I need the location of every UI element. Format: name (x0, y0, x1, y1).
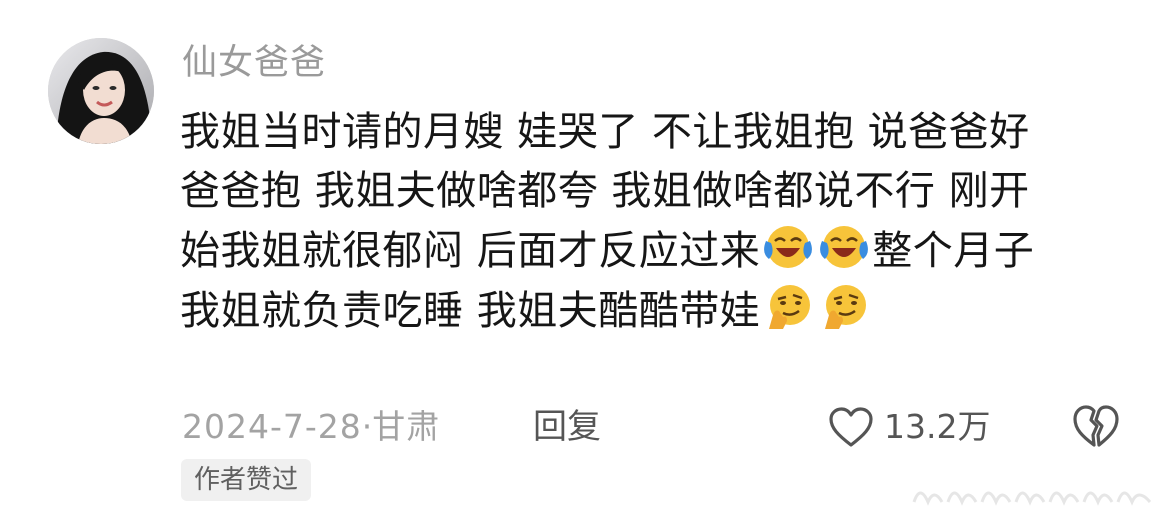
dislike-button[interactable] (1072, 402, 1120, 450)
avatar-image (48, 38, 154, 144)
laugh-cry-emoji (764, 226, 813, 268)
smirk-thinking-emoji (825, 285, 867, 329)
comment-text: 我姐当时请的月嫂 娃哭了 不让我姐抱 说爸爸好 爸爸抱 我姐夫做啥都夸 我姐做啥… (180, 103, 1140, 341)
like-button[interactable]: 13.2万 (828, 401, 990, 453)
reply-button[interactable]: 回复 (533, 402, 601, 452)
watermark-logo (912, 491, 1152, 506)
comment-line-4-text: 我姐就负责吃睡 我姐夫酷酷带娃 (180, 288, 761, 334)
author-liked-badge: 作者赞过 (181, 459, 312, 501)
comment-meta: 2024-7-28·甘肃 (182, 402, 440, 452)
heart-icon (829, 407, 873, 447)
username[interactable]: 仙女爸爸 (182, 38, 326, 88)
comment-line-3-tail: 整个月子 (872, 228, 1035, 274)
broken-heart-icon (1073, 405, 1119, 447)
smirk-thinking-emoji (769, 285, 811, 329)
meta-separator: · (361, 407, 373, 446)
avatar[interactable] (48, 38, 154, 144)
comment-location: 甘肃 (372, 407, 441, 446)
comment-line-4: 我姐就负责吃睡 我姐夫酷酷带娃 (180, 281, 1140, 341)
comment-date: 2024-7-28 (182, 407, 362, 446)
like-count: 13.2万 (884, 407, 991, 446)
comment-card: 仙女爸爸 我姐当时请的月嫂 娃哭了 不让我姐抱 说爸爸好 爸爸抱 我姐夫做啥都夸… (0, 0, 1169, 519)
comment-line-3-text: 始我姐就很郁闷 后面才反应过来 (180, 228, 761, 274)
comment-line-2: 爸爸抱 我姐夫做啥都夸 我姐做啥都说不行 刚开 (180, 168, 1030, 214)
laugh-cry-emoji (820, 226, 869, 268)
comment-line-1: 我姐当时请的月嫂 娃哭了 不让我姐抱 说爸爸好 (180, 109, 1030, 155)
comment-line-3: 始我姐就很郁闷 后面才反应过来 整个月子 (180, 221, 1140, 281)
